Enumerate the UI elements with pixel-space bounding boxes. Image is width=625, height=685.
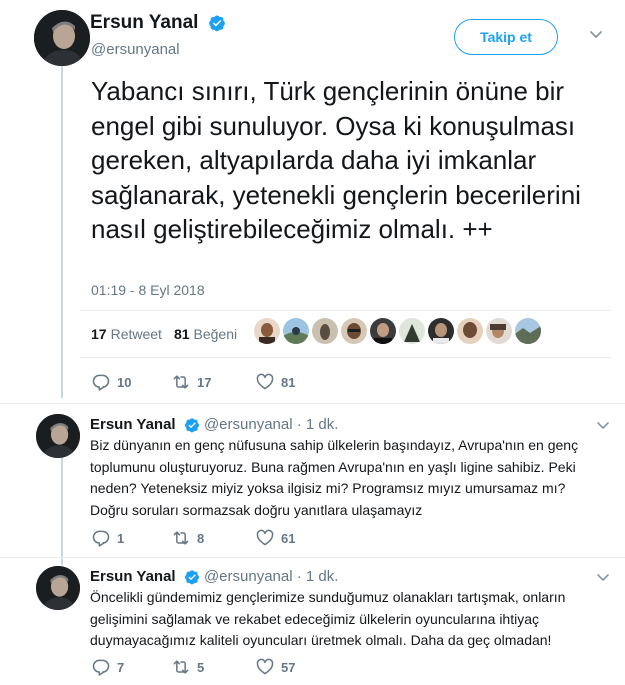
thread-line (61, 457, 63, 565)
reply-text: Öncelikli gündemimiz gençlerimize sunduğ… (90, 589, 566, 648)
reply-action[interactable]: 10 (91, 372, 171, 392)
verified-icon (208, 15, 225, 32)
reply-author-name[interactable]: Ersun Yanal (90, 416, 176, 433)
like-action[interactable]: 61 (255, 528, 335, 548)
liker-avatar[interactable] (399, 318, 425, 344)
reply-count: 10 (117, 374, 132, 390)
main-tweet-actions: 10 17 81 (91, 372, 335, 392)
reply-count: 1 (117, 530, 125, 546)
liker-avatar[interactable] (254, 318, 280, 344)
retweet-icon (173, 375, 189, 389)
reply-icon (92, 530, 110, 547)
reply-text: Biz dünyanın en genç nüfusuna sahip ülke… (90, 437, 579, 518)
liker-avatar[interactable] (370, 318, 396, 344)
divider (0, 557, 625, 558)
divider (80, 357, 611, 358)
liker-avatar[interactable] (428, 318, 454, 344)
heart-icon (256, 658, 274, 675)
divider (0, 403, 625, 404)
reply-time[interactable]: · 1 dk. (297, 416, 339, 433)
like-stat[interactable]: 81 Beğeni (174, 326, 237, 342)
retweet-icon (173, 531, 189, 545)
reply-action[interactable]: 7 (91, 657, 171, 677)
reply-time[interactable]: · 1 dk. (297, 568, 339, 585)
chevron-down-icon[interactable] (596, 421, 610, 431)
reply-handle[interactable]: @ersunyanal (204, 568, 293, 585)
reply-author-name[interactable]: Ersun Yanal (90, 568, 176, 585)
like-stat-label: Beğeni (193, 326, 238, 342)
like-count: 81 (281, 374, 296, 390)
retweet-stat-label: Retweet (110, 326, 162, 342)
avatar[interactable] (36, 414, 80, 458)
retweet-count: 5 (197, 659, 205, 675)
reply-icon (92, 374, 110, 391)
author-name[interactable]: Ersun Yanal (90, 12, 226, 34)
like-stat-count: 81 (173, 326, 190, 342)
verified-icon (184, 418, 199, 433)
reply-actions: 1 8 61 (91, 528, 335, 548)
author-name-text[interactable]: Ersun Yanal (90, 12, 198, 33)
tweet-text: Yabancı sınırı, Türk gençlerinin önüne b… (91, 76, 581, 244)
retweet-stat-count: 17 (91, 326, 107, 342)
reply-count: 7 (117, 659, 125, 675)
reply-handle[interactable]: @ersunyanal (204, 416, 293, 433)
tweet-timestamp[interactable]: 01:19 - 8 Eyl 2018 (91, 282, 205, 298)
like-count: 57 (281, 659, 296, 675)
reply-icon (92, 659, 110, 676)
reply-action[interactable]: 1 (91, 528, 171, 548)
reply-actions: 7 5 57 (91, 657, 335, 677)
avatar[interactable] (36, 566, 80, 610)
retweet-action[interactable]: 17 (171, 372, 255, 392)
reply-header: Ersun Yanal @ersunyanal · 1 dk. (90, 568, 338, 585)
verified-icon (184, 570, 199, 585)
retweet-count: 17 (197, 374, 212, 390)
retweet-icon (173, 660, 189, 674)
thread-line (61, 62, 63, 398)
author-handle[interactable]: @ersunyanal (91, 41, 180, 58)
liker-avatar[interactable] (283, 318, 309, 344)
heart-icon (256, 373, 274, 390)
retweet-count: 8 (197, 530, 205, 546)
divider (80, 310, 611, 311)
liker-avatar[interactable] (341, 318, 367, 344)
follow-button[interactable]: Takip et (454, 19, 558, 55)
retweet-stat[interactable]: 17 Retweet (91, 326, 162, 342)
liker-avatar[interactable] (486, 318, 512, 344)
liker-avatar[interactable] (457, 318, 483, 344)
chevron-down-icon[interactable] (588, 26, 604, 42)
retweet-action[interactable]: 5 (171, 657, 255, 677)
avatar[interactable] (34, 10, 90, 66)
likers-avatars (254, 318, 541, 344)
liker-avatar[interactable] (312, 318, 338, 344)
retweet-action[interactable]: 8 (171, 528, 255, 548)
liker-avatar[interactable] (515, 318, 541, 344)
like-action[interactable]: 57 (255, 657, 335, 677)
chevron-down-icon[interactable] (596, 573, 610, 583)
tweet-stats: 17 Retweet 81 Beğeni (91, 326, 237, 342)
heart-icon (256, 529, 274, 546)
reply-header: Ersun Yanal @ersunyanal · 1 dk. (90, 416, 338, 433)
like-action[interactable]: 81 (255, 372, 335, 392)
like-count: 61 (281, 530, 296, 546)
